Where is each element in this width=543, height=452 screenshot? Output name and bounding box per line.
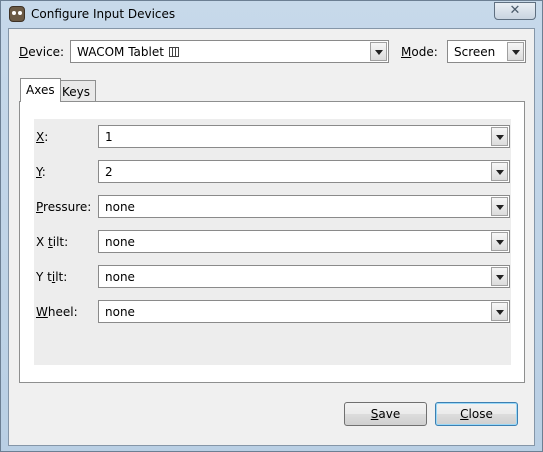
axis-xtilt-value: none (105, 235, 135, 249)
chevron-down-icon[interactable] (491, 267, 508, 286)
axis-ytilt-value: none (105, 270, 135, 284)
chevron-down-icon[interactable] (491, 232, 508, 251)
tab-axes[interactable]: Axes (20, 78, 61, 102)
axis-pressure-label: Pressure: (36, 200, 92, 214)
device-label: Device: (19, 45, 65, 59)
axes-mapping-area: X: 1 Y: 2 Pressure: none X tilt: none Y … (34, 119, 511, 365)
axis-y-label: Y: (36, 165, 46, 179)
axis-y-dropdown[interactable]: 2 (98, 160, 510, 183)
axis-x-label: X: (36, 130, 49, 144)
dialog-window: Configure Input Devices ✕ Device: WACOM … (0, 0, 543, 452)
chevron-down-icon[interactable] (491, 162, 508, 181)
mode-dropdown[interactable]: Screen (447, 40, 526, 63)
chevron-down-icon[interactable] (491, 302, 508, 321)
gimp-icon (9, 6, 25, 22)
window-title: Configure Input Devices (31, 7, 176, 21)
axis-pressure-value: none (105, 200, 135, 214)
mode-label: Mode: (401, 45, 438, 59)
axes-panel: X: 1 Y: 2 Pressure: none X tilt: none Y … (19, 101, 525, 383)
dialog-content: Device: WACOM Tablet Mode: Screen Axes K… (8, 28, 535, 446)
axis-ytilt-label: Y tilt: (36, 270, 68, 284)
device-dropdown[interactable]: WACOM Tablet (70, 40, 389, 63)
chevron-down-icon[interactable] (491, 127, 508, 146)
axis-xtilt-label: X tilt: (36, 235, 69, 249)
axis-ytilt-dropdown[interactable]: none (98, 265, 510, 288)
save-button[interactable]: Save (344, 402, 427, 426)
device-value: WACOM Tablet (77, 45, 164, 59)
axis-wheel-value: none (105, 305, 135, 319)
chevron-down-icon[interactable] (370, 42, 387, 61)
axis-wheel-label: Wheel: (36, 305, 78, 319)
mode-value: Screen (454, 45, 496, 59)
axis-xtilt-dropdown[interactable]: none (98, 230, 510, 253)
axis-x-dropdown[interactable]: 1 (98, 125, 510, 148)
axis-wheel-dropdown[interactable]: none (98, 300, 510, 323)
title-bar[interactable]: Configure Input Devices ✕ (1, 1, 542, 28)
tablet-icon (168, 47, 179, 57)
close-button[interactable]: Close (435, 402, 518, 426)
chevron-down-icon[interactable] (491, 197, 508, 216)
axis-y-value: 2 (105, 165, 113, 179)
close-icon[interactable]: ✕ (494, 2, 536, 20)
axis-pressure-dropdown[interactable]: none (98, 195, 510, 218)
tab-keys[interactable]: Keys (56, 80, 97, 102)
axis-x-value: 1 (105, 130, 113, 144)
chevron-down-icon[interactable] (507, 42, 524, 61)
